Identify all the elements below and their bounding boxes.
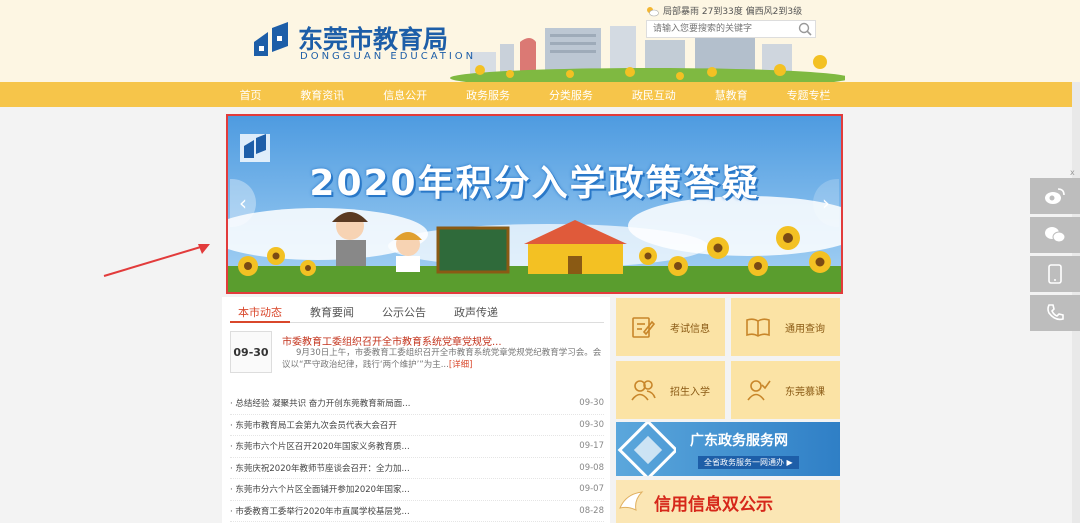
gov-service-title: 广东政务服务网	[690, 433, 788, 449]
side-toolbar	[1030, 178, 1080, 334]
credit-info-title: 信用信息双公示	[654, 495, 773, 515]
page: 东莞市教育局 DONGGUAN EDUCATION 局部暴雨 27到33度 偏西…	[0, 0, 1080, 523]
news-tabs: 本市动态 教育要闻 公示公告 政声传递	[230, 301, 604, 323]
banner-title: 2020年积分入学政策答疑	[309, 163, 760, 204]
tab-edu-news[interactable]: 教育要闻	[302, 301, 362, 323]
service-label: 考试信息	[670, 323, 710, 335]
service-enrollment[interactable]: 招生入学	[616, 361, 725, 419]
service-label: 通用查询	[785, 323, 825, 335]
nav-item-news[interactable]: 教育资讯	[300, 87, 344, 103]
list-item[interactable]: · 东莞市分六个片区全面铺开参加2020年国家... 09-07	[230, 479, 604, 501]
featured-summary: 9月30日上午，市委教育工委组织召开全市教育系统党章党规党纪教育学习会。会议以“…	[282, 347, 602, 371]
service-general-query[interactable]: 通用查询	[731, 298, 840, 356]
book-icon	[746, 318, 770, 337]
tab-notices[interactable]: 公示公告	[374, 301, 434, 323]
search-icon[interactable]	[797, 21, 813, 37]
tab-gov-voice[interactable]: 政声传递	[446, 301, 506, 323]
list-item[interactable]: · 东莞市教育局工会第九次会员代表大会召开 09-30	[230, 415, 604, 436]
news-date: 09-17	[579, 441, 604, 452]
edit-icon	[632, 317, 656, 338]
logo[interactable]: 东莞市教育局 DONGGUAN EDUCATION	[250, 20, 473, 65]
logo-mark-icon	[254, 22, 288, 56]
news-date: 09-30	[579, 398, 604, 409]
nav-item-home[interactable]: 首页	[239, 87, 261, 103]
side-tools-close-button[interactable]: x	[1070, 168, 1075, 177]
news-title: · 东莞市教育局工会第九次会员代表大会召开	[230, 420, 397, 431]
news-title: · 总结经验 凝聚共识 奋力开创东莞教育新局面...	[230, 399, 411, 410]
tab-city-news[interactable]: 本市动态	[230, 301, 290, 323]
cloud-sun-icon	[647, 6, 659, 16]
credit-info-banner[interactable]: 信用信息双公示	[616, 480, 840, 523]
logo-subtitle: DONGGUAN EDUCATION	[300, 51, 477, 62]
users-icon	[631, 380, 656, 401]
news-title: · 东莞庆祝2020年教师节座谈会召开：全力加...	[230, 463, 410, 474]
news-date: 09-07	[579, 484, 604, 495]
nav-item-disclosure[interactable]: 信息公开	[383, 87, 427, 103]
nav-item-gov-service[interactable]: 政务服务	[466, 87, 510, 103]
gov-service-logo-icon	[617, 422, 679, 476]
service-label: 招生入学	[670, 386, 710, 398]
nav-item-smart-edu[interactable]: 慧教育	[715, 87, 748, 103]
red-arrow-annotation	[103, 244, 210, 277]
nav-item-interaction[interactable]: 政民互动	[632, 87, 676, 103]
nav-item-topics[interactable]: 专题专栏	[787, 87, 831, 103]
main-nav: 首页 教育资讯 信息公开 政务服务 分类服务 政民互动 慧教育 专题专栏	[0, 82, 1080, 107]
wechat-button[interactable]	[1030, 217, 1080, 253]
weibo-icon	[1045, 188, 1065, 204]
service-exam-info[interactable]: 考试信息	[616, 298, 725, 356]
featured-more-link[interactable]: [详细]	[449, 360, 473, 370]
featured-summary-text: 9月30日上午，市委教育工委组织召开全市教育系统党章党规党纪教育学习会。会议以“…	[282, 348, 602, 370]
news-title: · 市委教育工委举行2020年市直属学校基层党...	[230, 506, 410, 517]
hero-banner[interactable]: 2020年积分入学政策答疑 ‹ ›	[226, 114, 843, 294]
featured-title[interactable]: 市委教育工委组织召开全市教育系统党章党规党...	[282, 333, 502, 348]
news-panel: 本市动态 教育要闻 公示公告 政声传递 09-30 市委教育工委组织召开全市教育…	[222, 297, 610, 523]
gov-service-subtitle: 全省政务服务一网通办 ▶	[698, 456, 799, 469]
news-date: 08-28	[579, 505, 604, 516]
gov-service-banner[interactable]: 广东政务服务网 全省政务服务一网通办 ▶	[616, 422, 840, 476]
news-list: · 总结经验 凝聚共识 奋力开创东莞教育新局面... 09-30 · 东莞市教育局…	[230, 393, 604, 522]
dove-icon	[619, 491, 644, 511]
list-item[interactable]: · 市委教育工委举行2020年市直属学校基层党... 08-28	[230, 501, 604, 522]
mobile-icon	[1048, 264, 1062, 284]
featured-news[interactable]: 09-30 市委教育工委组织召开全市教育系统党章党规党... 9月30日上午，市…	[230, 331, 604, 381]
header: 东莞市教育局 DONGGUAN EDUCATION 局部暴雨 27到33度 偏西…	[220, 0, 850, 82]
list-item[interactable]: · 东莞市六个片区召开2020年国家义务教育质... 09-17	[230, 436, 604, 458]
wechat-icon	[1045, 227, 1066, 243]
list-item[interactable]: · 总结经验 凝聚共识 奋力开创东莞教育新局面... 09-30	[230, 393, 604, 415]
phone-button[interactable]	[1030, 295, 1080, 331]
user-check-icon	[747, 380, 771, 401]
service-label: 东莞慕课	[785, 386, 825, 398]
mobile-button[interactable]	[1030, 256, 1080, 292]
news-title: · 东莞市六个片区召开2020年国家义务教育质...	[230, 442, 410, 453]
weather-text: 局部暴雨 27到33度 偏西风2到3级	[663, 7, 803, 17]
search-input[interactable]	[646, 20, 816, 38]
list-item[interactable]: · 东莞庆祝2020年教师节座谈会召开：全力加... 09-08	[230, 458, 604, 479]
service-mooc[interactable]: 东莞慕课	[731, 361, 840, 419]
featured-date: 09-30	[230, 331, 272, 373]
nav-item-category[interactable]: 分类服务	[549, 87, 593, 103]
news-date: 09-30	[579, 419, 604, 430]
news-date: 09-08	[579, 462, 604, 473]
weibo-button[interactable]	[1030, 178, 1080, 214]
phone-icon	[1047, 304, 1064, 321]
weather-info: 局部暴雨 27到33度 偏西风2到3级	[645, 4, 802, 17]
news-title: · 东莞市分六个片区全面铺开参加2020年国家...	[230, 485, 410, 496]
